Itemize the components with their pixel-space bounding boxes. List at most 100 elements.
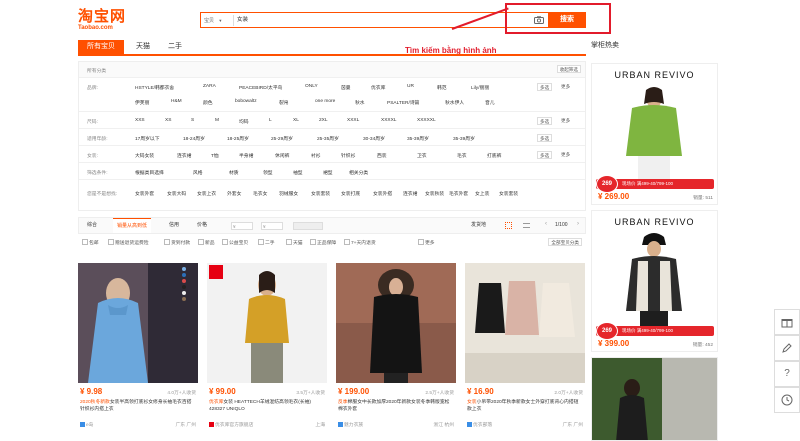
- brand-item[interactable]: ZARA: [203, 84, 216, 89]
- side-ad-card[interactable]: URBAN REVIVO 269 现场价 满499-40/799-100 ¥ 2…: [591, 63, 718, 205]
- size-item[interactable]: M: [215, 118, 219, 123]
- condition-dropdown[interactable]: 领型: [263, 169, 273, 176]
- ad-image[interactable]: [592, 358, 717, 441]
- suggestion-link[interactable]: 女装外搭: [373, 190, 392, 197]
- age-item[interactable]: 17周岁以下: [135, 135, 160, 142]
- condition-dropdown[interactable]: 材质: [229, 169, 239, 176]
- brand-item[interactable]: 伊芙丽: [135, 99, 149, 106]
- brand-item[interactable]: one more: [315, 99, 335, 104]
- multi-select-button[interactable]: 多选: [537, 151, 553, 159]
- shop-link[interactable]: 优衣库官方旗舰店: [209, 421, 253, 428]
- size-item[interactable]: 均码: [239, 118, 249, 125]
- multi-select-button[interactable]: 多选: [537, 134, 553, 142]
- gift-icon[interactable]: [774, 309, 800, 335]
- product-card[interactable]: ¥ 16.90 2.0万+人收货 女装小吊带2020年秋季新款女士外穿打底背心内…: [465, 263, 585, 441]
- all-item-categories-button[interactable]: 全部宝贝分类: [548, 238, 582, 246]
- search-input[interactable]: 女装: [237, 15, 467, 26]
- tab-second-hand[interactable]: 二手: [168, 40, 182, 54]
- age-item[interactable]: 35-39周岁: [453, 135, 475, 142]
- tab-all-items[interactable]: 所有宝贝: [78, 40, 124, 54]
- option-genuine[interactable]: 正品保障: [310, 239, 336, 246]
- age-item[interactable]: 35-39周岁: [407, 135, 429, 142]
- size-item[interactable]: S: [191, 118, 194, 123]
- brand-item[interactable]: 茵曼: [341, 84, 351, 91]
- brand-item[interactable]: 韩范: [437, 84, 447, 91]
- suggestion-link[interactable]: 女装打底: [341, 190, 360, 197]
- clock-icon[interactable]: [774, 387, 800, 413]
- category-item[interactable]: 连衣裙: [177, 152, 191, 159]
- category-item[interactable]: 半身裙: [239, 152, 253, 159]
- condition-dropdown[interactable]: 裙型: [323, 169, 333, 176]
- category-item[interactable]: 针织衫: [341, 152, 355, 159]
- ship-from-dropdown[interactable]: 发货地: [471, 218, 486, 233]
- page-next-icon[interactable]: ›: [577, 221, 579, 227]
- suggestion-link[interactable]: 女上装: [475, 190, 489, 197]
- price-from-input[interactable]: ¥: [231, 222, 253, 230]
- more-button[interactable]: 更多: [561, 118, 570, 124]
- category-item[interactable]: 衬衫: [311, 152, 321, 159]
- product-image[interactable]: [465, 263, 585, 383]
- brand-item[interactable]: PSALTER/诗篇: [387, 99, 419, 106]
- sort-comprehensive[interactable]: 综合: [87, 218, 97, 233]
- shop-link[interactable]: 优衣部落: [467, 421, 492, 428]
- age-item[interactable]: 25-29周岁: [271, 135, 293, 142]
- option-tmall[interactable]: 天猫: [286, 239, 303, 246]
- product-image[interactable]: [78, 263, 198, 383]
- age-item[interactable]: 30-34周岁: [363, 135, 385, 142]
- size-item[interactable]: XXXL: [347, 118, 359, 123]
- tab-tmall[interactable]: 天猫: [136, 40, 150, 54]
- sort-by-price[interactable]: 价格: [197, 218, 207, 233]
- suggestion-link[interactable]: 女装大码: [167, 190, 186, 197]
- suggestion-link[interactable]: 女装套装: [311, 190, 330, 197]
- option-charity[interactable]: 公益宝贝: [222, 239, 248, 246]
- size-item[interactable]: L: [269, 118, 272, 123]
- more-button[interactable]: 更多: [561, 84, 570, 90]
- shop-link[interactable]: 魅力衣族: [338, 421, 363, 428]
- collapse-filter-button[interactable]: 收起筛选: [556, 65, 581, 73]
- product-title[interactable]: 优衣库女装 HEATTECH羊绒混纺高领毛衣(长袖) 428327 UNIQLO: [209, 399, 325, 413]
- suggestion-link[interactable]: 连衣裙: [403, 190, 417, 197]
- suggestion-link[interactable]: 外套女: [227, 190, 241, 197]
- ad-image[interactable]: [592, 231, 717, 331]
- product-card[interactable]: ¥ 199.00 2.5万+人收货 反季棉服女中长款加厚2020年新款女装冬季韩…: [336, 263, 456, 441]
- category-item[interactable]: T恤: [211, 152, 219, 159]
- help-icon[interactable]: ?: [774, 361, 800, 387]
- side-ad-card[interactable]: URBAN REVIVO 269 现场价 满499-40/799-100 ¥ 3…: [591, 210, 718, 352]
- brand-item[interactable]: 音儿: [485, 99, 495, 106]
- side-ad-card[interactable]: [591, 357, 718, 441]
- brand-item[interactable]: bobowaltz: [235, 99, 257, 104]
- category-item[interactable]: 打底裤: [487, 152, 501, 159]
- suggestion-link[interactable]: 女装外套: [135, 190, 154, 197]
- age-item[interactable]: 18-25周岁: [227, 135, 249, 142]
- suggestion-link[interactable]: 女装上衣: [197, 190, 216, 197]
- price-to-input[interactable]: ¥: [261, 222, 283, 230]
- category-item[interactable]: 西装: [377, 152, 387, 159]
- page-prev-icon[interactable]: ‹: [545, 221, 547, 227]
- option-new[interactable]: 新品: [198, 239, 215, 246]
- search-scope-select[interactable]: 宝贝 ▼: [204, 15, 234, 26]
- size-item[interactable]: XL: [293, 118, 299, 123]
- brand-item[interactable]: H&M: [171, 99, 182, 104]
- sort-by-credit[interactable]: 信用: [169, 218, 179, 233]
- product-image[interactable]: [336, 263, 456, 383]
- product-title[interactable]: 女装小吊带2020年秋季新款女士外穿打底背心内搭短款上衣: [467, 399, 583, 413]
- option-free-shipping[interactable]: 包邮: [82, 239, 99, 246]
- multi-select-button[interactable]: 多选: [537, 117, 553, 125]
- suggestion-link[interactable]: 羽绒服女: [279, 190, 298, 197]
- category-item[interactable]: 毛衣: [457, 152, 467, 159]
- price-range-slider[interactable]: [293, 222, 323, 230]
- brand-item[interactable]: 颜色: [203, 99, 213, 106]
- list-view-icon[interactable]: [523, 223, 530, 228]
- size-item[interactable]: XS: [165, 118, 171, 123]
- age-item[interactable]: 18-24周岁: [183, 135, 205, 142]
- category-item[interactable]: 卫衣: [417, 152, 427, 159]
- ad-image[interactable]: [592, 84, 717, 184]
- option-7-day-return[interactable]: 7+天内退货: [344, 239, 376, 246]
- multi-select-button[interactable]: 多选: [537, 83, 553, 91]
- brand-item[interactable]: UR: [407, 84, 414, 89]
- option-return-insurance[interactable]: 赠送退货运费险: [108, 239, 149, 246]
- suggestion-link[interactable]: 女装秋装: [425, 190, 444, 197]
- product-card[interactable]: ¥ 9.98 4.0万+人收货 2020秋冬新款女装半高领打底衫女修身长袖毛衣百…: [78, 263, 198, 441]
- size-item[interactable]: XXS: [135, 118, 145, 123]
- brand-item[interactable]: 优衣库: [371, 84, 385, 91]
